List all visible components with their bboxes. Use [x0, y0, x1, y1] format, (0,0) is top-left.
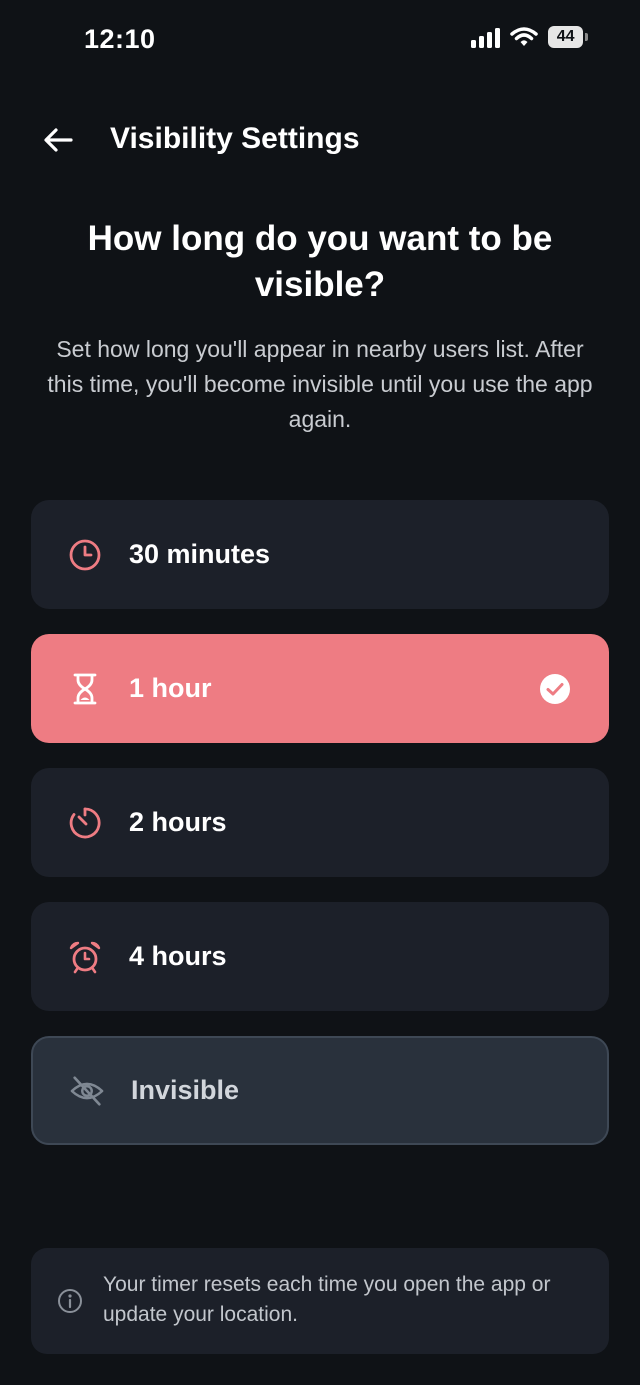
option-2-hours[interactable]: 2 hours: [31, 768, 609, 877]
status-time: 12:10: [84, 24, 156, 54]
description: Set how long you'll appear in nearby use…: [47, 336, 593, 432]
wifi-icon: [510, 27, 538, 46]
battery-icon: 44: [548, 26, 588, 48]
info-icon: [58, 1289, 82, 1313]
headline: How long do you want to be visible?: [87, 219, 553, 304]
option-1-hour[interactable]: 1 hour: [31, 634, 609, 743]
option-invisible[interactable]: Invisible: [31, 1036, 609, 1145]
header: Visibility Settings: [0, 110, 640, 170]
status-bar: 12:10 44: [0, 0, 640, 80]
visibility-options: 30 minutes 1 hour 2 hours 4 hours Invisi…: [31, 500, 609, 1170]
battery-level: 44: [548, 26, 584, 48]
option-30-minutes[interactable]: 30 minutes: [31, 500, 609, 609]
alarm-clock-icon: [67, 939, 103, 975]
info-box: Your timer resets each time you open the…: [31, 1248, 609, 1354]
option-4-hours[interactable]: 4 hours: [31, 902, 609, 1011]
back-button[interactable]: [38, 122, 78, 158]
signal-icon: [471, 26, 500, 48]
check-circle-icon: [539, 673, 571, 705]
clock-icon: [67, 537, 103, 573]
option-label: 4 hours: [129, 941, 227, 971]
page-title: Visibility Settings: [110, 122, 360, 155]
timer-icon: [67, 805, 103, 841]
option-label: 30 minutes: [129, 539, 271, 569]
status-icons: 44: [471, 26, 588, 48]
info-text: Your timer resets each time you open the…: [103, 1273, 551, 1326]
option-label: Invisible: [131, 1075, 240, 1105]
option-label: 2 hours: [129, 807, 227, 837]
option-label: 1 hour: [129, 673, 212, 703]
arrow-left-icon: [44, 128, 73, 152]
hourglass-icon: [67, 671, 103, 707]
eye-off-icon: [69, 1073, 105, 1109]
